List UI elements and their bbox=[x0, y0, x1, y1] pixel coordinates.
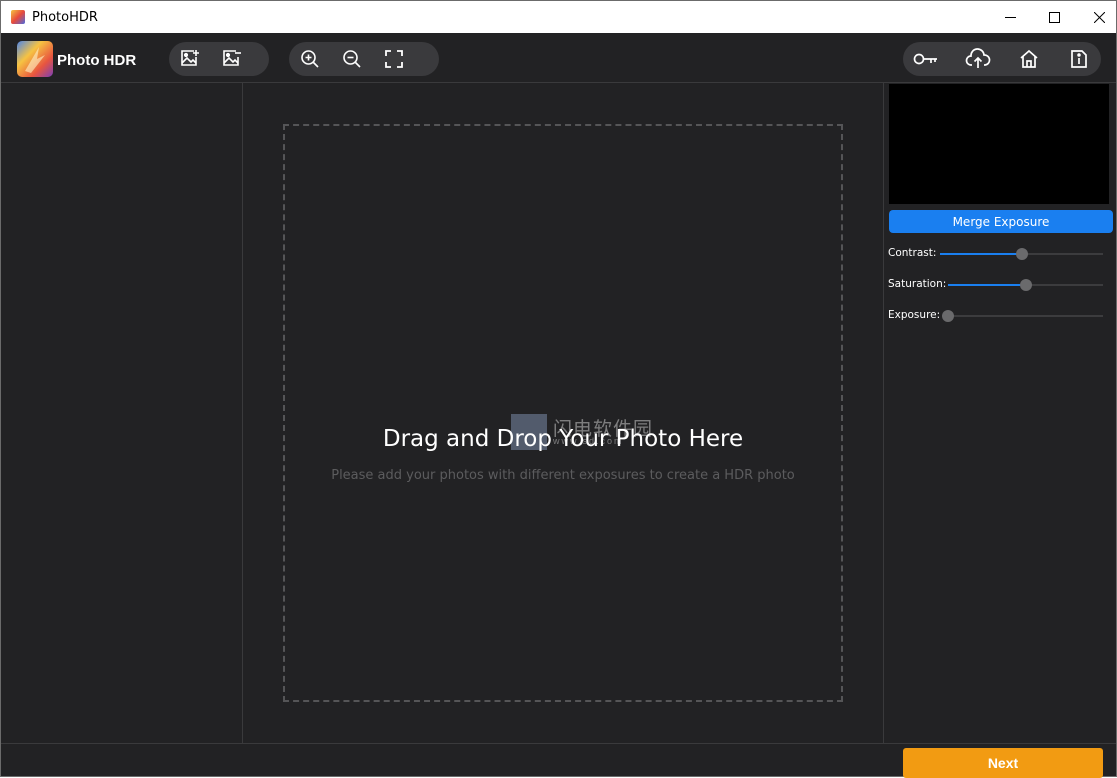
title-bar: PhotoHDR bbox=[1, 1, 1116, 33]
zoom-in-button[interactable] bbox=[297, 46, 323, 72]
remove-image-button[interactable] bbox=[219, 46, 245, 72]
info-icon bbox=[1071, 50, 1087, 68]
account-tools-group bbox=[903, 42, 1101, 76]
preview-thumbnail bbox=[889, 84, 1109, 204]
fullscreen-button[interactable] bbox=[381, 46, 407, 72]
zoom-out-button[interactable] bbox=[339, 46, 365, 72]
saturation-label: Saturation: bbox=[888, 278, 947, 290]
photo-hdr-logo bbox=[17, 41, 53, 77]
upload-button[interactable] bbox=[965, 46, 991, 72]
remove-image-icon bbox=[223, 50, 241, 66]
upload-cloud-icon bbox=[965, 48, 991, 68]
next-button[interactable]: Next bbox=[903, 748, 1103, 778]
minimize-button[interactable] bbox=[987, 1, 1033, 33]
app-window: PhotoHDR Photo HDR 闪电软件园 www.sd.com Drag… bbox=[0, 0, 1117, 778]
home-icon bbox=[1020, 49, 1038, 68]
exposure-slider-thumb[interactable] bbox=[942, 310, 954, 322]
zoom-in-icon bbox=[301, 50, 319, 68]
saturation-slider[interactable] bbox=[948, 279, 1103, 291]
bottom-bar: Next bbox=[1, 743, 1116, 778]
register-key-button[interactable] bbox=[913, 46, 939, 72]
contrast-slider-fill bbox=[940, 253, 1022, 255]
saturation-slider-thumb[interactable] bbox=[1019, 279, 1032, 291]
contrast-label: Contrast: bbox=[888, 247, 937, 259]
maximize-icon bbox=[1048, 11, 1060, 23]
drop-title: Drag and Drop Your Photo Here bbox=[382, 426, 744, 452]
image-tools-group bbox=[169, 42, 269, 76]
window-title: PhotoHDR bbox=[32, 10, 98, 25]
main-toolbar: Photo HDR bbox=[1, 33, 1116, 83]
zoom-out-icon bbox=[343, 50, 361, 68]
exposure-label: Exposure: bbox=[888, 309, 941, 321]
maximize-button[interactable] bbox=[1031, 1, 1077, 33]
brand-name: Photo HDR bbox=[57, 52, 137, 69]
contrast-slider-thumb[interactable] bbox=[1015, 248, 1028, 260]
exposure-slider-row: Exposure: bbox=[888, 309, 1104, 323]
contrast-slider-row: Contrast: bbox=[888, 247, 1104, 261]
info-button[interactable] bbox=[1067, 46, 1091, 72]
image-canvas: 闪电软件园 www.sd.com Drag and Drop Your Phot… bbox=[243, 83, 883, 743]
fullscreen-icon bbox=[385, 50, 403, 68]
photo-hdr-logo-icon bbox=[17, 41, 53, 77]
close-button[interactable] bbox=[1076, 1, 1117, 33]
zoom-tools-group bbox=[289, 42, 439, 76]
thumbnail-panel bbox=[1, 83, 243, 743]
home-button[interactable] bbox=[1017, 46, 1041, 72]
exposure-slider[interactable] bbox=[942, 310, 1103, 322]
close-icon bbox=[1093, 11, 1105, 23]
add-image-button[interactable] bbox=[177, 46, 203, 72]
key-icon bbox=[913, 53, 937, 65]
app-logo-icon bbox=[11, 10, 25, 24]
contrast-slider[interactable] bbox=[940, 248, 1103, 260]
photo-drop-zone[interactable]: 闪电软件园 www.sd.com Drag and Drop Your Phot… bbox=[283, 124, 843, 702]
saturation-slider-row: Saturation: bbox=[888, 278, 1104, 292]
merge-exposure-button[interactable]: Merge Exposure bbox=[889, 210, 1113, 233]
saturation-slider-fill bbox=[948, 284, 1026, 286]
add-image-icon bbox=[181, 50, 199, 66]
drop-subtitle: Please add your photos with different ex… bbox=[331, 468, 795, 483]
minimize-icon bbox=[1004, 16, 1016, 18]
adjustments-panel: Merge Exposure Contrast: Saturation: Exp… bbox=[883, 83, 1116, 743]
